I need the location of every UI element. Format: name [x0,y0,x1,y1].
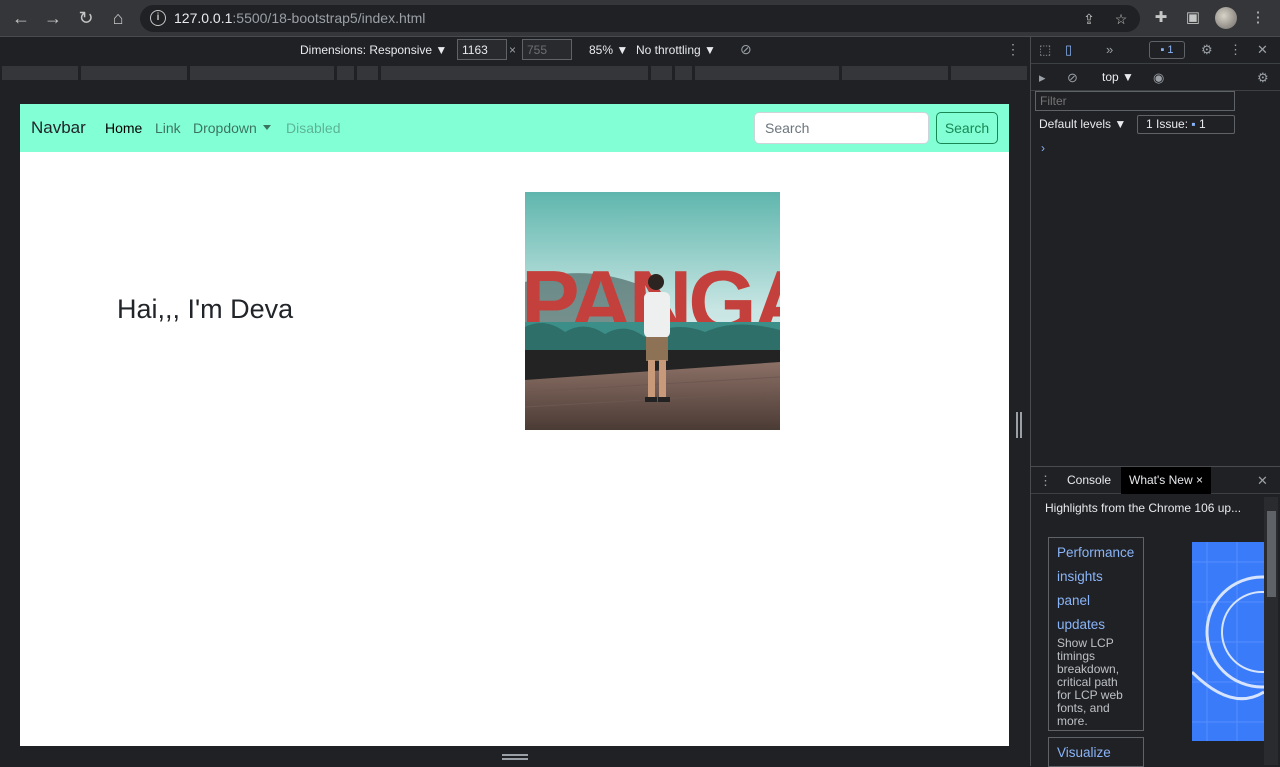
console-settings-icon[interactable]: ⚙ [1257,70,1269,86]
rotate-icon[interactable]: ⊘ [740,41,752,58]
back-icon[interactable]: ← [9,6,33,30]
devtools-toolbar: ⬚ ▯ » ▪ 1 ⚙ ⋮ ✕ [1031,37,1280,64]
zoom-select[interactable]: 85% ▼ [589,43,628,57]
devtools-panel: ⬚ ▯ » ▪ 1 ⚙ ⋮ ✕ ▸ ⊘ top ▼ ◉ ⚙ Default le… [1030,37,1280,767]
ruler-segment[interactable] [695,66,839,80]
card-title-line[interactable]: insights [1057,565,1135,589]
live-expression-eye-icon[interactable]: ◉ [1153,70,1164,86]
whats-new-card[interactable]: Performance insights panel updates Show … [1048,537,1144,731]
drawer-tabs: ⋮ Console What's New × ✕ [1031,467,1280,494]
devtools-menu-icon[interactable]: ⋮ [1229,42,1242,58]
times-symbol: × [509,43,517,57]
width-input[interactable]: 1163 [457,39,507,60]
chrome-106-graphic [1192,542,1264,741]
extensions-icon[interactable]: ✚ [1150,7,1172,29]
message-icon: ▪ [1191,117,1196,131]
console-prompt[interactable]: › [1041,141,1045,155]
nav-link-disabled: Disabled [286,120,341,136]
issues-count: 1 [1198,117,1206,131]
whats-new-card[interactable]: Visualize [1048,737,1144,767]
close-tab-icon[interactable]: × [1196,473,1203,487]
ruler-segment[interactable] [842,66,948,80]
navbar-brand[interactable]: Navbar [31,118,86,138]
viewport-resize-side[interactable] [1016,412,1022,438]
devtools-drawer: ⋮ Console What's New × ✕ Highlights from… [1031,466,1280,767]
issues-badge-count: 1 [1167,44,1174,56]
drawer-menu-icon[interactable]: ⋮ [1039,473,1052,489]
address-bar[interactable]: i 127.0.0.1:5500/18-bootstrap5/index.htm… [140,5,1140,32]
ruler-segment[interactable] [81,66,187,80]
profile-photo: PANGAND [525,192,780,430]
side-panel-icon[interactable]: ▣ [1182,7,1204,29]
more-tabs-icon[interactable]: » [1106,42,1113,58]
tab-whats-new-label: What's New [1129,473,1193,487]
ruler-segment[interactable] [675,66,692,80]
console-filter-input[interactable] [1035,91,1235,111]
card-title-line[interactable]: updates [1057,613,1135,637]
search-input[interactable] [754,112,929,144]
profile-avatar[interactable] [1215,7,1237,29]
url-text[interactable]: 127.0.0.1:5500/18-bootstrap5/index.html [174,10,425,26]
ruler-segment[interactable] [651,66,672,80]
media-query-ruler [0,64,1030,82]
issues-badge[interactable]: ▪ 1 [1149,41,1185,59]
hero-heading: Hai,,, I'm Deva [117,294,294,324]
dimensions-select[interactable]: Dimensions: Responsive ▼ [300,43,447,57]
throttling-select[interactable]: No throttling ▼ [636,43,716,57]
photo-illustration: PANGAND [525,192,780,430]
site-info-icon[interactable]: i [150,10,166,26]
nav-dropdown-label: Dropdown [193,120,257,136]
menu-kebab-icon[interactable]: ⋮ [1247,7,1269,29]
reload-icon[interactable]: ↻ [74,6,98,30]
search-button[interactable]: Search [936,112,998,144]
browser-toolbar: ← → ↻ ⌂ i 127.0.0.1:5500/18-bootstrap5/i… [0,0,1280,37]
sidebar-toggle-icon[interactable]: ▸ [1039,70,1046,86]
close-drawer-icon[interactable]: ✕ [1257,473,1268,489]
nav-link-link[interactable]: Link [155,120,181,136]
scrollbar-thumb[interactable] [1267,511,1276,597]
share-icon[interactable]: ⇪ [1080,10,1098,28]
context-select[interactable]: top ▼ [1102,70,1134,84]
tab-whats-new[interactable]: What's New × [1121,467,1211,494]
clear-console-icon[interactable]: ⊘ [1067,70,1078,86]
card-title-line[interactable]: Visualize [1057,741,1135,765]
inspect-element-icon[interactable]: ⬚ [1039,42,1051,58]
issues-button[interactable]: 1 Issue: ▪ 1 [1137,115,1235,134]
card-title-line[interactable]: Performance [1057,541,1135,565]
rendered-page: Navbar Home Link Dropdown Disabled Searc… [20,104,1009,746]
ruler-segment[interactable] [357,66,378,80]
card-description: Show LCP timings breakdown, critical pat… [1057,636,1123,728]
forward-icon[interactable]: → [41,6,65,30]
device-toggle-icon[interactable]: ▯ [1065,42,1072,58]
caret-down-icon [262,125,271,130]
ruler-segment[interactable] [951,66,1027,80]
message-icon: ▪ [1160,44,1165,56]
device-more-icon[interactable]: ⋮ [1006,41,1020,58]
nav-link-home[interactable]: Home [105,120,142,136]
navbar: Navbar Home Link Dropdown Disabled Searc… [20,104,1009,152]
nav-dropdown[interactable]: Dropdown [193,120,271,136]
resize-grip-icon[interactable] [502,754,528,756]
tab-console[interactable]: Console [1059,467,1119,494]
height-input[interactable]: 755 [522,39,572,60]
drawer-scrollbar[interactable] [1264,497,1278,765]
home-icon[interactable]: ⌂ [106,6,130,30]
ruler-segment[interactable] [381,66,648,80]
settings-gear-icon[interactable]: ⚙ [1201,42,1213,58]
issues-label: 1 Issue: [1146,117,1189,131]
ruler-segment[interactable] [2,66,78,80]
ruler-segment[interactable] [337,66,354,80]
console-toolbar: ▸ ⊘ top ▼ ◉ ⚙ [1031,64,1280,91]
device-toolbar: Dimensions: Responsive ▼ 1163 × 755 85% … [0,37,1030,64]
whats-new-illustration [1192,542,1264,741]
whats-new-title: Highlights from the Chrome 106 up... [1045,501,1242,515]
viewport-resize-bottom[interactable] [0,746,1030,766]
close-devtools-icon[interactable]: ✕ [1257,42,1268,58]
card-title-line[interactable]: panel [1057,589,1135,613]
bookmark-star-icon[interactable]: ☆ [1112,10,1130,28]
log-levels-select[interactable]: Default levels ▼ [1039,117,1126,131]
ruler-segment[interactable] [190,66,334,80]
